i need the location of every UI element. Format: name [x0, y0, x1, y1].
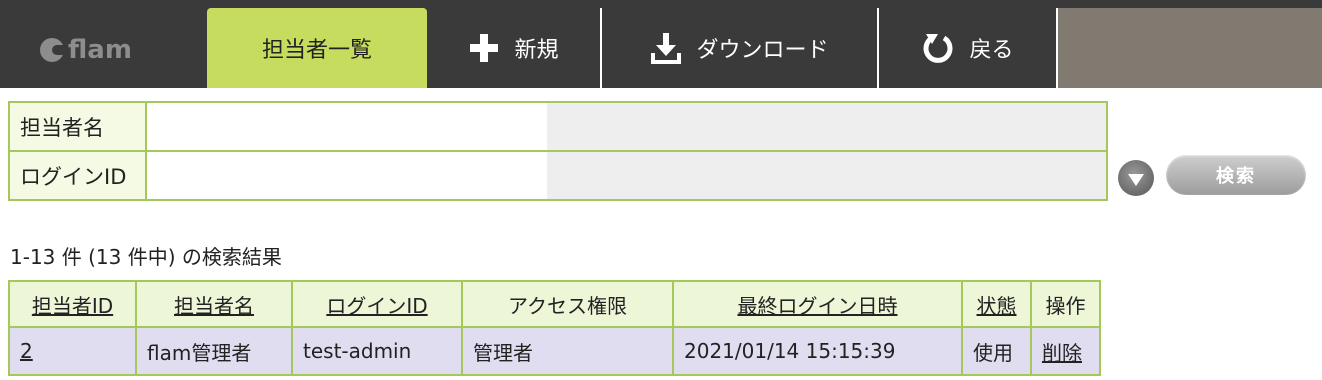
cell-login-id: test-admin	[291, 326, 463, 376]
table-header-row: 担当者ID 担当者名 ログインID アクセス権限 最終ログイン日時 状態 操作	[8, 280, 1101, 328]
plus-icon	[468, 32, 500, 64]
search-button[interactable]: 検索	[1166, 155, 1306, 195]
staff-table: 担当者ID 担当者名 ログインID アクセス権限 最終ログイン日時 状態 操作 …	[8, 280, 1101, 376]
staff-id-link[interactable]: 2	[20, 339, 33, 363]
cell-staff-id: 2	[8, 326, 137, 376]
col-header-login-id[interactable]: ログインID	[291, 280, 463, 328]
sort-staff-name-link[interactable]: 担当者名	[174, 294, 254, 318]
refresh-back-icon	[921, 31, 955, 65]
back-button-label: 戻る	[969, 38, 1014, 63]
login-id-cell	[145, 150, 1108, 201]
download-icon	[650, 31, 682, 65]
expand-search-icon[interactable]	[1118, 160, 1154, 196]
result-summary: 1-13 件 (13 件中) の検索結果	[10, 245, 282, 269]
nav-bar: flam 担当者一覧 新規 ダウンロード 戻る	[0, 8, 1322, 88]
tab-staff-list[interactable]: 担当者一覧	[207, 8, 427, 88]
tab-staff-list-label: 担当者一覧	[261, 38, 372, 63]
sort-staff-id-link[interactable]: 担当者ID	[32, 294, 113, 318]
staff-name-input[interactable]	[147, 103, 547, 150]
cell-action: 削除	[1030, 326, 1101, 376]
col-header-action: 操作	[1030, 280, 1101, 328]
col-header-status[interactable]: 状態	[961, 280, 1032, 328]
cell-access: 管理者	[461, 326, 674, 376]
flam-logo-icon	[40, 38, 66, 62]
sort-status-link[interactable]: 状態	[977, 294, 1017, 318]
search-row-staff-name: 担当者名	[8, 101, 1108, 152]
search-row-login-id: ログインID	[8, 150, 1108, 201]
back-button[interactable]: 戻る	[879, 8, 1056, 88]
sort-last-login-link[interactable]: 最終ログイン日時	[738, 294, 898, 318]
delete-link[interactable]: 削除	[1042, 341, 1082, 365]
nav-filler	[1058, 8, 1322, 88]
staff-name-cell	[145, 101, 1108, 152]
col-header-last-login[interactable]: 最終ログイン日時	[672, 280, 963, 328]
download-button[interactable]: ダウンロード	[602, 8, 877, 88]
col-header-access: アクセス権限	[461, 280, 674, 328]
download-button-label: ダウンロード	[696, 38, 829, 63]
table-row: 2 flam管理者 test-admin 管理者 2021/01/14 15:1…	[8, 326, 1101, 376]
flam-logo[interactable]: flam	[40, 32, 132, 68]
col-header-staff-id[interactable]: 担当者ID	[8, 280, 137, 328]
logo-text: flam	[68, 35, 132, 65]
new-button[interactable]: 新規	[427, 8, 600, 88]
staff-name-label: 担当者名	[8, 101, 147, 152]
sort-login-id-link[interactable]: ログインID	[326, 294, 427, 318]
search-form: 担当者名 ログインID	[8, 101, 1108, 201]
new-button-label: 新規	[514, 38, 559, 63]
login-id-input[interactable]	[147, 152, 547, 199]
top-strip	[0, 0, 1322, 8]
cell-last-login: 2021/01/14 15:15:39	[672, 326, 963, 376]
cell-status: 使用	[961, 326, 1032, 376]
cell-staff-name: flam管理者	[135, 326, 293, 376]
col-header-staff-name[interactable]: 担当者名	[135, 280, 293, 328]
login-id-label: ログインID	[8, 150, 147, 201]
